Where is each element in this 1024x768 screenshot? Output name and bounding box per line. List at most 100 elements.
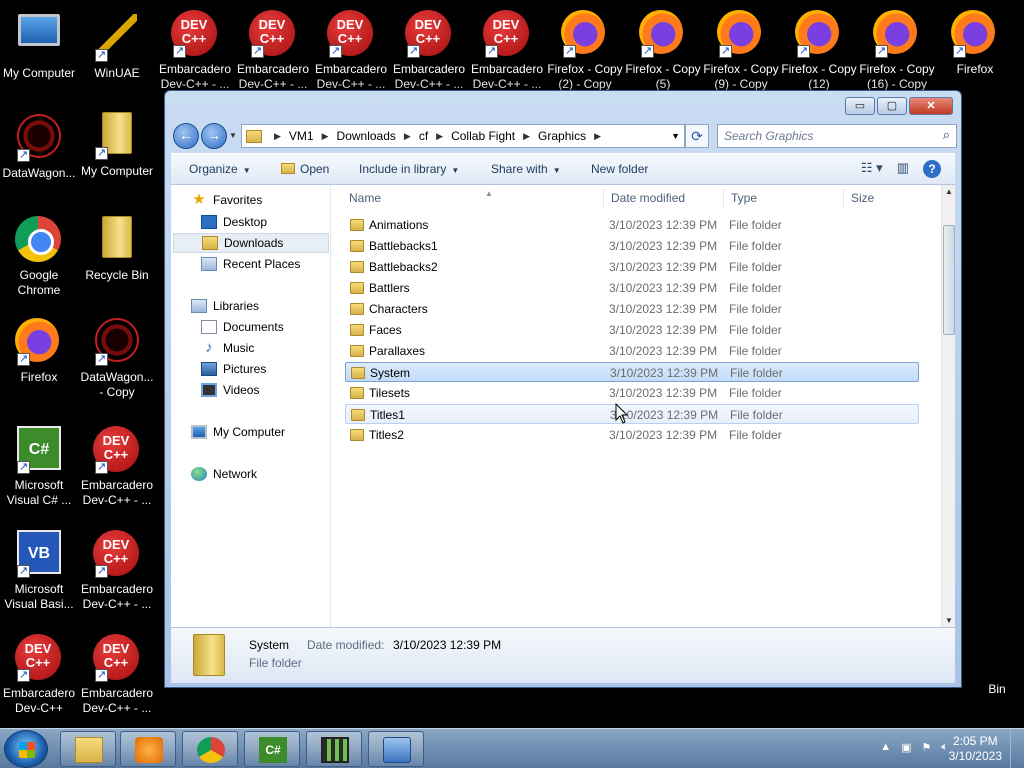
new-folder-button[interactable]: New folder [591,162,648,176]
taskbar-chrome-button[interactable] [182,731,238,767]
vertical-scrollbar[interactable]: ▲ ▼ [941,185,955,627]
desktop-icon-google-chrome[interactable]: Google Chrome [0,216,78,298]
desktop-icon-devcpp[interactable]: DEVC++ Embarcadero Dev-C++ - ... [390,10,468,92]
file-row[interactable]: Battlers 3/10/2023 12:39 PM File folder [345,278,919,298]
file-row[interactable]: Faces 3/10/2023 12:39 PM File folder [345,320,919,340]
chevron-right-icon[interactable]: ▶ [404,131,411,142]
breadcrumb-item[interactable]: VM1 [289,129,314,143]
desktop-icon-firefox-copy[interactable]: Firefox - Copy (2) - Copy [546,10,624,92]
scrollbar-thumb[interactable] [943,225,955,335]
column-divider[interactable] [723,189,724,209]
file-row[interactable]: Battlebacks2 3/10/2023 12:39 PM File folde… [345,257,919,277]
desktop-icon-my-computer[interactable]: My Computer [0,10,78,81]
desktop-icon-devcpp[interactable]: DEVC++ Embarcadero Dev-C++ - ... [78,426,156,508]
desktop-icon-firefox-copy[interactable]: Firefox - Copy (5) [624,10,702,92]
share-with-button[interactable]: Share with ▼ [491,162,561,176]
file-row[interactable]: Parallaxes 3/10/2023 12:39 PM File folder [345,341,919,361]
column-header-size[interactable]: Size [851,191,874,209]
nav-downloads[interactable]: Downloads [173,233,329,253]
desktop-icon-devcpp[interactable]: DEVC++ Embarcadero Dev-C++ - ... [78,530,156,612]
scroll-up-icon[interactable]: ▲ [945,187,953,196]
network-tray-icon[interactable]: ▣ [901,741,911,754]
desktop-icon-firefox[interactable]: Firefox [0,318,78,385]
nav-desktop[interactable]: Desktop [201,215,267,229]
nav-network[interactable]: Network [191,467,257,481]
address-dropdown-icon[interactable]: ▼ [671,131,680,141]
include-in-library-button[interactable]: Include in library ▼ [359,162,459,176]
desktop-icon-devcpp[interactable]: DEVC++ Embarcadero Dev-C++ - ... [78,634,156,716]
action-center-icon[interactable]: ⚑ [922,741,932,754]
file-row-hovered[interactable]: Titles1 3/10/2023 12:39 PM File folder [345,404,919,424]
volume-icon[interactable]: 🔈︎ [941,741,948,754]
desktop-icon-recycle-bin[interactable]: Recycle Bin [78,214,156,283]
help-icon[interactable]: ? [923,160,941,178]
breadcrumb-item[interactable]: cf [419,129,428,143]
chevron-right-icon[interactable]: ▶ [523,131,530,142]
nav-music[interactable]: ♪ Music [201,340,254,355]
breadcrumb-item[interactable]: Collab Fight [451,129,515,143]
nav-my-computer[interactable]: My Computer [191,425,285,439]
organize-button[interactable]: Organize ▼ [189,162,251,176]
nav-documents[interactable]: Documents [201,320,284,334]
clock[interactable]: 2:05 PM 3/10/2023 [949,734,1002,764]
desktop-icon-devcpp[interactable]: DEVC++ Embarcadero Dev-C++ [0,634,78,716]
nav-recent-places[interactable]: Recent Places [201,257,300,271]
column-divider[interactable] [843,189,844,209]
file-row[interactable]: Characters 3/10/2023 12:39 PM File folder [345,299,919,319]
taskbar-media-player-button[interactable] [120,731,176,767]
desktop-icon-devcpp[interactable]: DEVC++ Embarcadero Dev-C++ - ... [468,10,546,92]
chevron-right-icon[interactable]: ▶ [274,131,281,142]
file-row[interactable]: Tilesets 3/10/2023 12:39 PM File folder [345,383,919,403]
desktop-icon-devcpp[interactable]: DEVC++ Embarcadero Dev-C++ - ... [156,10,234,92]
column-header-type[interactable]: Type [731,191,757,209]
desktop-icon-datawagon-copy[interactable]: DataWagon... - Copy [78,318,156,400]
desktop-icon-firefox-copy[interactable]: Firefox - Copy (9) - Copy [702,10,780,92]
address-bar[interactable]: ▶ VM1 ▶ Downloads ▶ cf ▶ Collab Fight ▶ … [241,124,685,148]
forward-button[interactable]: → [201,123,227,149]
desktop-icon-firefox-copy[interactable]: Firefox - Copy (12) [780,10,858,92]
desktop-icon-winuae[interactable]: WinUAE [78,10,156,81]
show-hidden-icons-icon[interactable]: ▲ [880,741,891,754]
desktop-icon-visual-csharp[interactable]: C# Microsoft Visual C# ... [0,426,78,508]
minimize-button[interactable]: ▭ [845,97,875,115]
column-divider[interactable] [603,189,604,209]
taskbar-control-panel-button[interactable] [368,731,424,767]
breadcrumb-item[interactable]: Downloads [337,129,396,143]
maximize-button[interactable]: ▢ [877,97,907,115]
nav-libraries[interactable]: Libraries [191,299,259,313]
taskbar-video-button[interactable] [306,731,362,767]
close-button[interactable]: ✕ [909,97,953,115]
back-button[interactable]: ← [173,123,199,149]
desktop-icon-visual-basic[interactable]: VB Microsoft Visual Basi... [0,530,78,612]
file-row[interactable]: Animations 3/10/2023 12:39 PM File folder [345,215,919,235]
desktop-icon-datawagon[interactable]: DataWagon... [0,114,78,181]
open-button[interactable]: Open [281,162,329,176]
nav-favorites[interactable]: ★ Favorites [191,192,262,207]
start-button[interactable] [4,730,48,768]
file-row[interactable]: Battlebacks1 3/10/2023 12:39 PM File folde… [345,236,919,256]
recent-pages-dropdown[interactable]: ▼ [229,131,237,140]
show-desktop-button[interactable] [1010,729,1024,768]
refresh-button[interactable]: ⟳ [685,124,709,148]
desktop-icon-devcpp[interactable]: DEVC++ Embarcadero Dev-C++ - ... [234,10,312,92]
search-input[interactable]: Search Graphics ⌕ [717,124,957,148]
desktop-icon-my-computer-folder[interactable]: My Computer [78,110,156,179]
column-header-name[interactable]: Name ▲ [349,189,493,209]
taskbar-explorer-button[interactable] [60,731,116,767]
scroll-down-icon[interactable]: ▼ [945,616,953,625]
taskbar-csharp-button[interactable]: C# [244,731,300,767]
file-row-selected[interactable]: System 3/10/2023 12:39 PM File folder [345,362,919,382]
desktop-icon-firefox[interactable]: Firefox [936,10,1014,77]
change-view-icon[interactable]: ☷ ▾ [861,160,883,178]
file-row[interactable]: Titles2 3/10/2023 12:39 PM File folder [345,425,919,445]
chevron-right-icon[interactable]: ▶ [436,131,443,142]
nav-videos[interactable]: Videos [201,383,259,397]
desktop-icon-devcpp[interactable]: DEVC++ Embarcadero Dev-C++ - ... [312,10,390,92]
desktop-icon-firefox-copy[interactable]: Firefox - Copy (16) - Copy [858,10,936,92]
chevron-right-icon[interactable]: ▶ [594,131,601,142]
chevron-right-icon[interactable]: ▶ [322,131,329,142]
desktop-icon-recycle-bin-partial[interactable]: Bin [970,682,1024,697]
column-header-date[interactable]: Date modified [611,191,685,209]
nav-pictures[interactable]: Pictures [201,362,266,376]
preview-pane-icon[interactable]: ▥ [897,160,909,178]
